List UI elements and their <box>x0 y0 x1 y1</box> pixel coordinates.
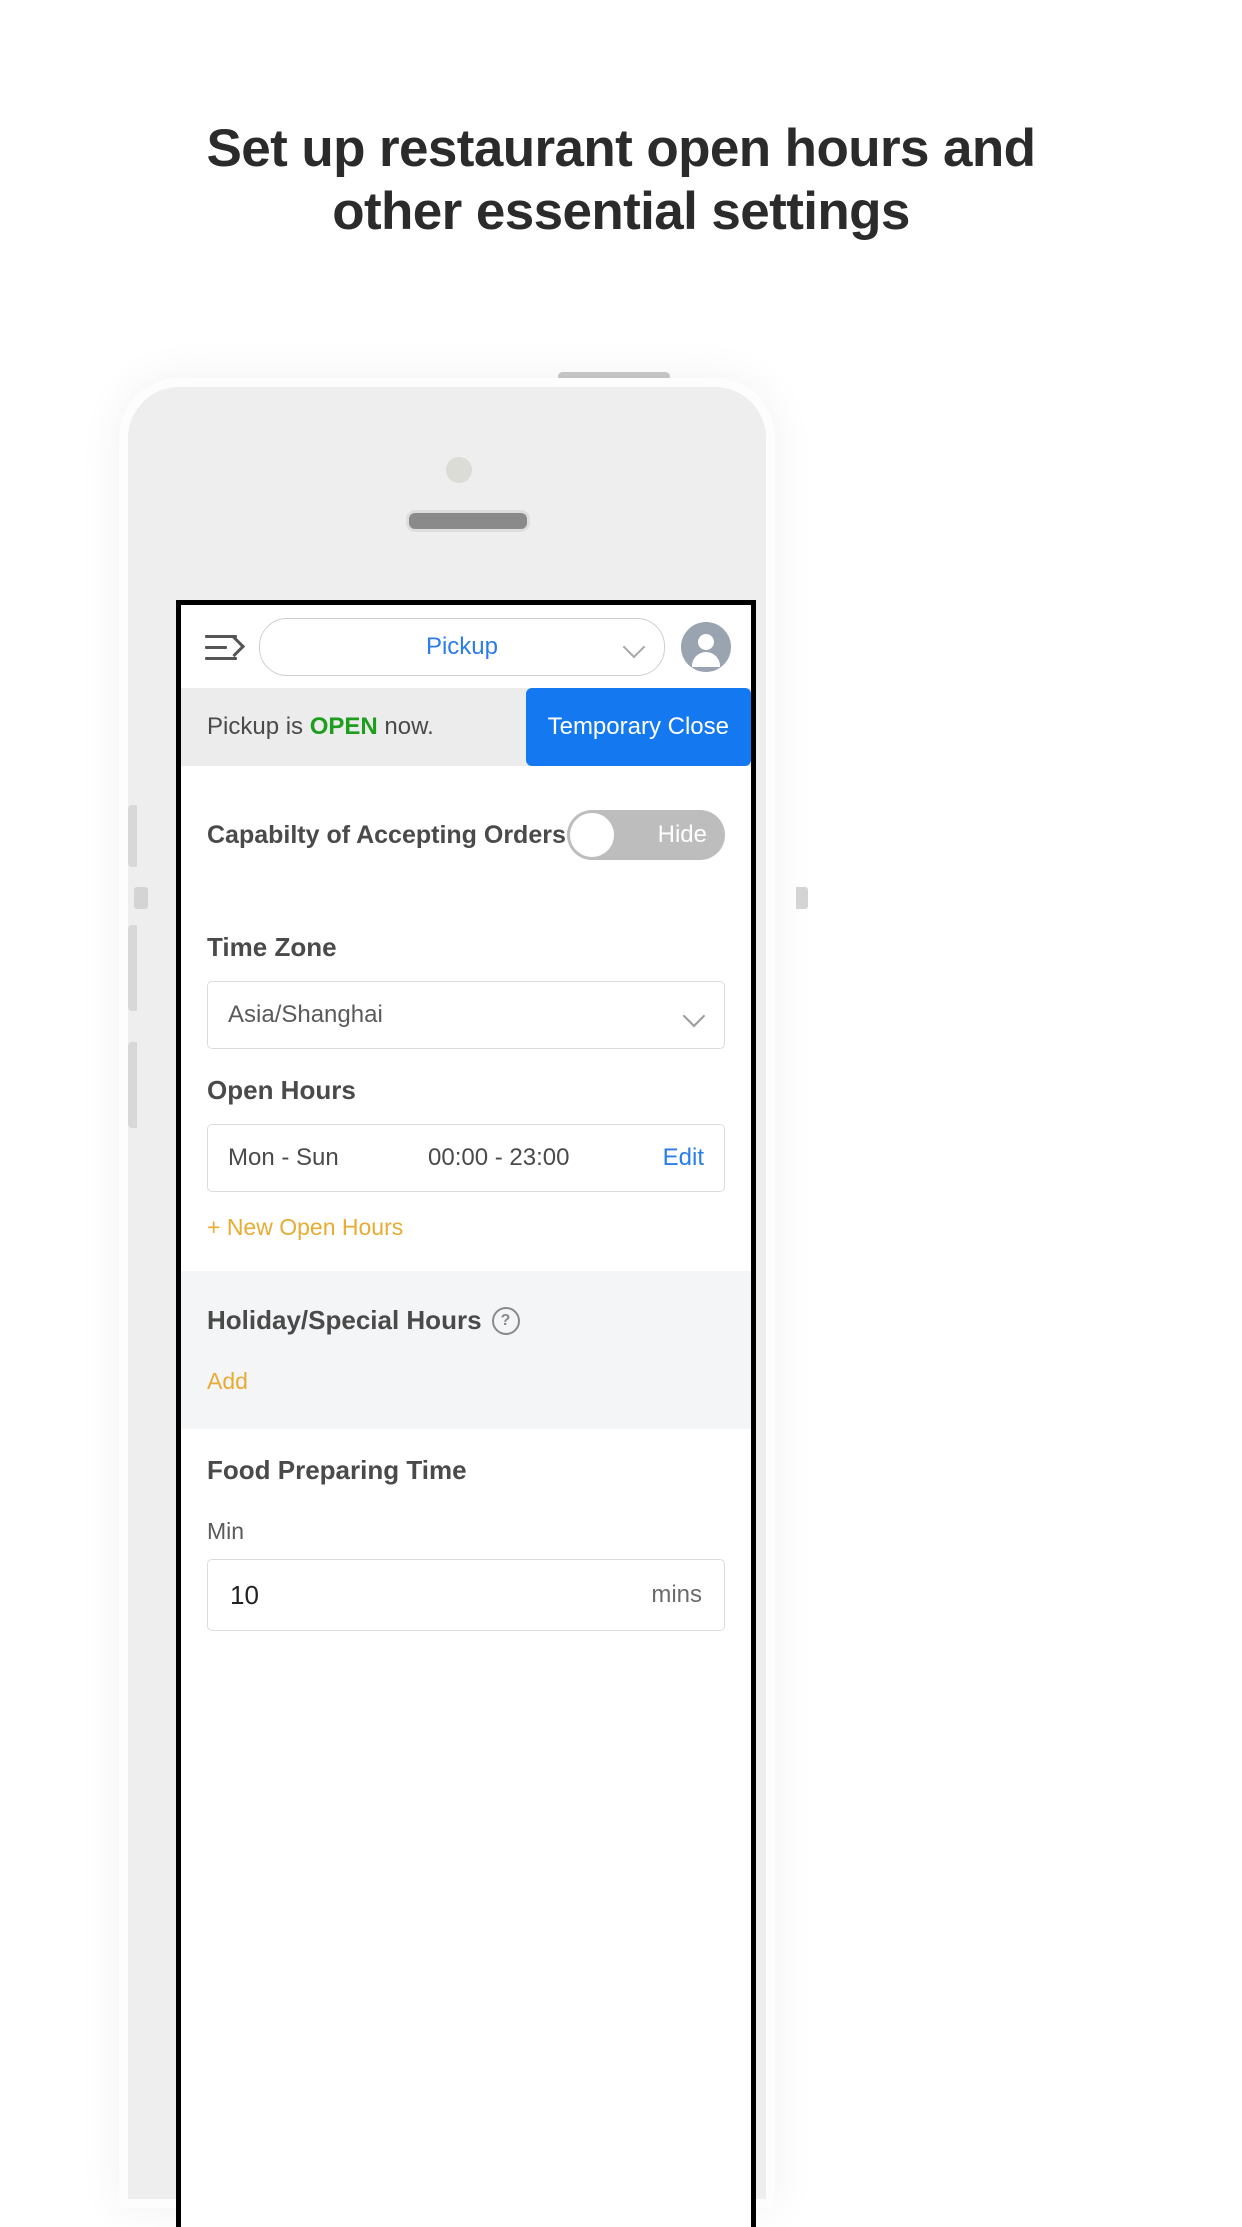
food-preparing-min-label: Min <box>207 1518 245 1544</box>
open-hours-title: Open Hours <box>207 1075 356 1105</box>
phone-body: Pickup Pickup is OPEN now. Temporary Clo… <box>119 378 808 2227</box>
food-preparing-min-input[interactable]: 10 mins <box>207 1559 725 1631</box>
time-zone-value: Asia/Shanghai <box>228 1001 383 1028</box>
power-button <box>796 887 808 909</box>
page-title-line-2: other essential settings <box>332 181 910 241</box>
food-preparing-min-value: 10 <box>230 1579 259 1610</box>
question-mark-icon[interactable]: ? <box>491 1306 520 1335</box>
capability-row: Capabilty of Accepting Orders Hide <box>207 766 725 906</box>
toggle-knob <box>570 813 614 857</box>
earpiece-speaker <box>406 510 530 532</box>
time-zone-title: Time Zone <box>207 932 337 962</box>
chevron-down-icon <box>682 1004 706 1028</box>
capability-toggle-label: Hide <box>657 821 707 848</box>
food-preparing-min-unit: mins <box>651 1581 702 1608</box>
new-open-hours-link[interactable]: + New Open Hours <box>207 1214 403 1241</box>
volume-up-button <box>128 925 137 1011</box>
app-header-bar: Pickup <box>181 605 751 688</box>
food-preparing-time-title: Food Preparing Time <box>207 1455 467 1485</box>
status-strip: Pickup is OPEN now. Temporary Close <box>181 688 751 766</box>
capability-toggle[interactable]: Hide <box>567 810 725 860</box>
status-badge: Pickup is OPEN now. <box>207 713 434 741</box>
edit-open-hours-link[interactable]: Edit <box>663 1144 704 1172</box>
holiday-hours-title-row: Holiday/Special Hours ? <box>207 1305 725 1336</box>
status-suffix: now. <box>377 713 434 740</box>
page-title: Set up restaurant open hours and other e… <box>0 118 1242 243</box>
open-hours-time: 00:00 - 23:00 <box>428 1144 570 1171</box>
capability-label: Capabilty of Accepting Orders <box>207 820 566 849</box>
phone-mockup: Pickup Pickup is OPEN now. Temporary Clo… <box>107 368 808 2227</box>
food-preparing-time-section: Food Preparing Time Min 10 mins <box>181 1455 751 1631</box>
open-hours-days: Mon - Sun <box>228 1144 339 1171</box>
holiday-hours-title: Holiday/Special Hours <box>207 1305 482 1335</box>
add-holiday-hours-link[interactable]: Add <box>207 1368 248 1395</box>
status-state: OPEN <box>309 713 378 740</box>
holiday-hours-section: Holiday/Special Hours ? Add <box>181 1271 751 1429</box>
order-mode-value: Pickup <box>425 632 499 660</box>
status-prefix: Pickup is <box>207 713 310 740</box>
side-notch-left <box>134 887 148 909</box>
capability-section: Capabilty of Accepting Orders Hide Time … <box>181 766 751 1271</box>
time-zone-select[interactable]: Asia/Shanghai <box>207 981 725 1049</box>
app-screen: Pickup Pickup is OPEN now. Temporary Clo… <box>176 600 756 2227</box>
mute-switch <box>128 805 137 867</box>
order-mode-selector[interactable]: Pickup <box>259 617 665 676</box>
menu-unfold-icon[interactable] <box>205 632 246 662</box>
front-camera-icon <box>446 457 472 483</box>
volume-down-button <box>128 1042 137 1128</box>
page-title-line-1: Set up restaurant open hours and <box>206 119 1037 178</box>
chevron-down-icon <box>622 635 646 658</box>
avatar[interactable] <box>681 621 731 672</box>
table-row[interactable]: Mon - Sun 00:00 - 23:00 Edit <box>207 1124 725 1192</box>
temporary-close-button[interactable]: Temporary Close <box>525 688 751 766</box>
